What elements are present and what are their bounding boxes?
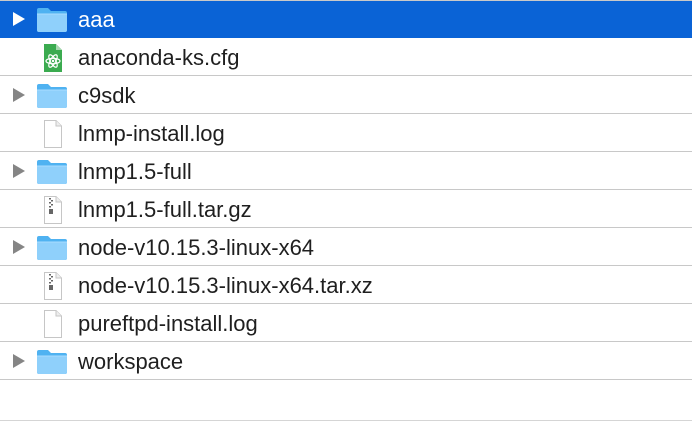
list-item[interactable]: pureftpd-install.log [0, 305, 692, 342]
list-item[interactable]: node-v10.15.3-linux-x64 [0, 229, 692, 266]
empty-row-divider [0, 420, 692, 421]
archive-icon [44, 196, 62, 224]
file-name: node-v10.15.3-linux-x64.tar.xz [78, 273, 373, 298]
folder-icon [37, 236, 67, 260]
document-icon [44, 120, 62, 148]
file-name: anaconda-ks.cfg [78, 45, 240, 70]
list-item[interactable]: lnmp1.5-full [0, 153, 692, 190]
disclosure-triangle-icon[interactable] [10, 162, 28, 180]
atom-file-icon [44, 44, 62, 72]
file-name: workspace [78, 349, 184, 374]
list-item[interactable]: node-v10.15.3-linux-x64.tar.xz [0, 267, 692, 304]
list-item[interactable]: aaa [0, 1, 692, 38]
disclosure-triangle-icon[interactable] [10, 352, 28, 370]
disclosure-triangle-icon[interactable] [10, 238, 28, 256]
disclosure-triangle-icon[interactable] [10, 10, 28, 28]
list-item[interactable]: workspace [0, 343, 692, 380]
archive-icon [44, 272, 62, 300]
folder-icon [37, 160, 67, 184]
file-name: lnmp1.5-full [78, 159, 192, 184]
document-icon [44, 310, 62, 338]
file-name: lnmp1.5-full.tar.gz [78, 197, 252, 222]
list-item[interactable]: lnmp-install.log [0, 115, 692, 152]
list-item[interactable]: anaconda-ks.cfg [0, 39, 692, 76]
file-name: lnmp-install.log [78, 121, 225, 146]
file-name: aaa [78, 7, 115, 32]
file-name: c9sdk [78, 83, 136, 108]
folder-icon [37, 8, 67, 32]
file-name: node-v10.15.3-linux-x64 [78, 235, 315, 260]
file-browser-list: aaa anaconda-ks.cfg c9sdk lnmp-install.l… [0, 0, 692, 448]
file-name: pureftpd-install.log [78, 311, 258, 336]
list-item[interactable]: c9sdk [0, 77, 692, 114]
list-item[interactable]: lnmp1.5-full.tar.gz [0, 191, 692, 228]
disclosure-triangle-icon[interactable] [10, 86, 28, 104]
folder-icon [37, 350, 67, 374]
folder-icon [37, 84, 67, 108]
